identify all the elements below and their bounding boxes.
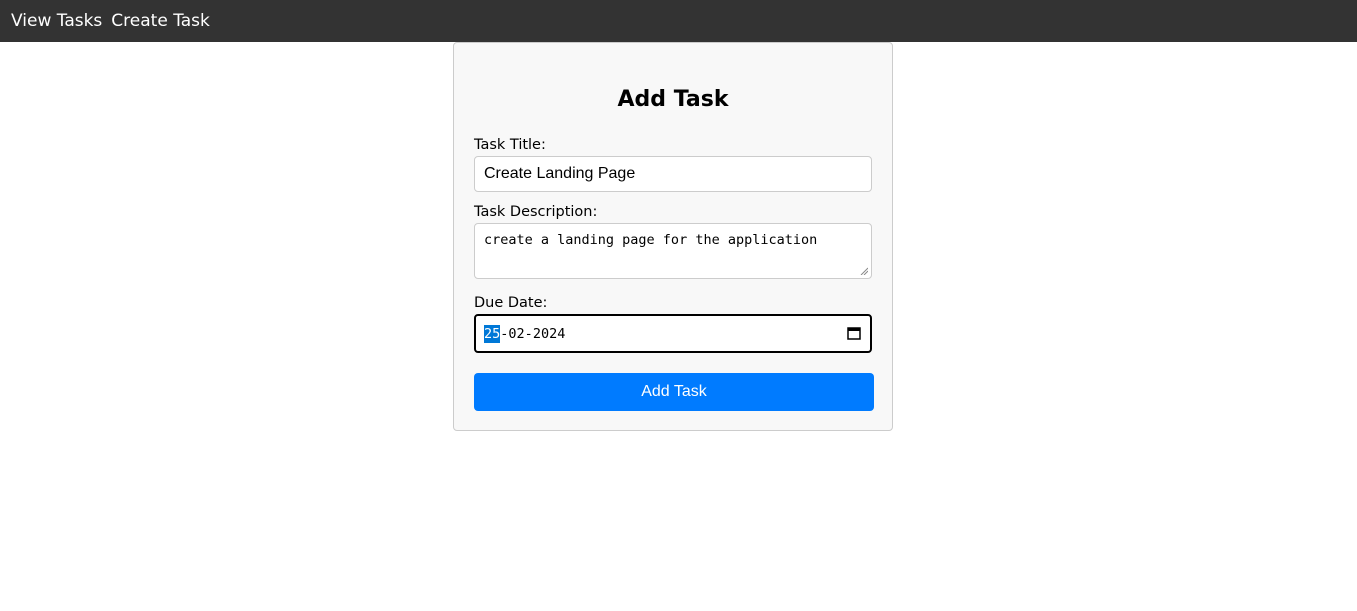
task-title-input[interactable]: Create Landing Page — [474, 156, 872, 192]
resize-grip-icon[interactable] — [860, 267, 868, 275]
add-task-form: Add Task Task Title: Create Landing Page… — [453, 42, 893, 431]
due-date-input[interactable]: 25-02-2024 — [474, 314, 872, 353]
top-navbar: View Tasks Create Task — [0, 0, 1357, 42]
due-date-month[interactable]: 02 — [508, 325, 524, 343]
calendar-icon[interactable] — [847, 326, 861, 340]
task-description-textarea[interactable]: create a landing page for the applicatio… — [474, 223, 872, 279]
task-title-label: Task Title: — [474, 137, 546, 153]
form-title: Add Task — [617, 87, 729, 112]
due-date-label: Due Date: — [474, 295, 548, 311]
due-date-year[interactable]: 2024 — [533, 325, 566, 343]
nav-link-view-tasks[interactable]: View Tasks — [11, 0, 102, 42]
nav-link-create-task[interactable]: Create Task — [111, 0, 210, 42]
task-description-text: create a landing page for the applicatio… — [484, 232, 818, 248]
date-separator: - — [500, 325, 509, 342]
date-separator: - — [524, 325, 533, 342]
task-description-label: Task Description: — [474, 204, 598, 220]
due-date-day[interactable]: 25 — [484, 324, 501, 343]
add-task-button[interactable]: Add Task — [474, 373, 874, 411]
